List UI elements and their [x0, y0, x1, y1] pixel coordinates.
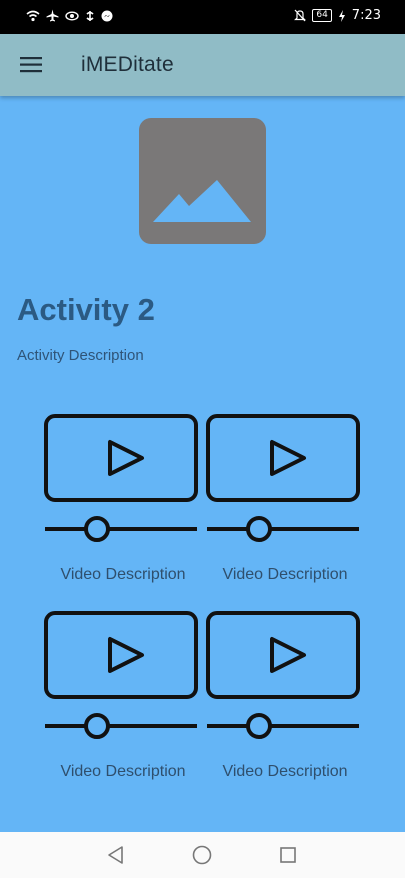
- activity-title: Activity 2: [17, 292, 155, 327]
- recents-icon: [280, 847, 296, 863]
- video-description: Video Description: [60, 566, 186, 583]
- charging-icon: [338, 9, 345, 22]
- mute-icon: [294, 9, 307, 22]
- system-nav-bar: [0, 832, 405, 878]
- home-icon: [192, 845, 212, 865]
- activity-description: Activity Description: [17, 347, 144, 364]
- app-title: iMEDitate: [81, 53, 174, 76]
- menu-button[interactable]: [16, 52, 46, 78]
- video-player-icon: [44, 611, 198, 739]
- wifi-icon: [26, 10, 40, 21]
- video-player-icon: [206, 611, 360, 739]
- back-button[interactable]: [105, 844, 127, 866]
- data-icon: [86, 10, 94, 21]
- status-icons-right: 64 7:23: [294, 8, 381, 23]
- video-description: Video Description: [222, 763, 348, 780]
- status-icons-left: [26, 9, 113, 22]
- video-card-4[interactable]: Video Description: [205, 611, 365, 786]
- messenger-icon: [101, 10, 113, 21]
- status-bar: 64 7:23: [0, 0, 405, 34]
- video-player-icon: [44, 414, 198, 542]
- activity-image: [139, 118, 266, 244]
- video-card-2[interactable]: Video Description: [205, 414, 365, 589]
- menu-icon: [20, 57, 42, 73]
- video-player-icon: [206, 414, 360, 542]
- back-icon: [108, 846, 123, 864]
- video-card-3[interactable]: Video Description: [43, 611, 203, 786]
- recents-button[interactable]: [277, 844, 299, 866]
- video-card-1[interactable]: Video Description: [43, 414, 203, 589]
- battery-icon: 64: [312, 9, 332, 22]
- video-description: Video Description: [222, 566, 348, 583]
- airplane-icon: [46, 9, 59, 22]
- home-button[interactable]: [191, 844, 213, 866]
- status-time: 7:23: [351, 8, 381, 23]
- app-bar: iMEDitate: [0, 34, 405, 96]
- video-description: Video Description: [60, 763, 186, 780]
- eye-icon: [65, 11, 79, 20]
- image-placeholder-icon: [153, 180, 251, 222]
